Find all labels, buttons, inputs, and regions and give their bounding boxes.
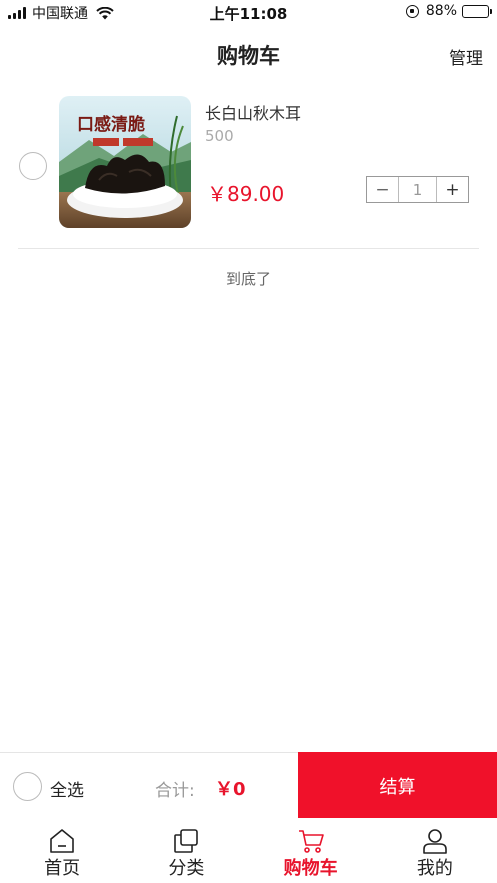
status-right: 88% [405, 3, 492, 19]
tab-home-label: 首页 [44, 858, 81, 879]
cart-icon [298, 830, 324, 853]
select-all-checkbox[interactable] [13, 772, 42, 801]
decrease-quantity-button[interactable]: − [367, 177, 399, 202]
product-spec: 500 [205, 127, 234, 145]
cart-item: 口感清脆 长白山秋木耳 500 ￥89.00 − 1 + [0, 90, 497, 236]
manage-button[interactable]: 管理 [449, 44, 483, 69]
plus-icon: + [445, 179, 460, 200]
home-icon [50, 829, 74, 853]
battery-icon [462, 4, 492, 18]
checkout-bar: 全选 合计: ￥0 结算 [0, 752, 497, 819]
product-image[interactable]: 口感清脆 [59, 96, 191, 228]
tab-category-label: 分类 [168, 858, 205, 879]
rotation-lock-icon [405, 4, 419, 18]
tab-profile-label: 我的 [416, 858, 453, 879]
page-title: 购物车 [217, 44, 280, 68]
status-bar: 中国联通 上午11:08 88% [0, 0, 497, 26]
product-image-caption: 口感清脆 [77, 114, 145, 135]
minus-icon: − [375, 179, 390, 200]
increase-quantity-button[interactable]: + [436, 177, 468, 202]
checkout-button[interactable]: 结算 [298, 752, 497, 819]
quantity-input[interactable]: 1 [399, 177, 436, 202]
total-amount: ￥0 [215, 779, 246, 800]
nav-header: 购物车 管理 [0, 26, 497, 84]
product-photo-icon: 口感清脆 [59, 96, 191, 228]
battery-percent: 88% [425, 3, 457, 19]
tab-profile[interactable]: 我的 [373, 818, 497, 883]
item-select-checkbox[interactable] [19, 152, 47, 180]
tab-category[interactable]: 分类 [124, 818, 248, 883]
tab-cart-label: 购物车 [283, 858, 338, 879]
tab-cart[interactable]: 购物车 [249, 818, 373, 883]
quantity-stepper: − 1 + [366, 176, 469, 203]
divider [18, 248, 479, 249]
tab-bar: 首页 分类 购物车 我的 [0, 818, 497, 883]
product-price: ￥89.00 [207, 182, 285, 206]
select-all-label[interactable]: 全选 [50, 776, 84, 801]
total-label: 合计: [155, 781, 195, 801]
product-name[interactable]: 长白山秋木耳 [205, 100, 301, 124]
tab-home[interactable]: 首页 [0, 818, 124, 883]
category-icon [174, 829, 199, 853]
profile-icon [423, 829, 447, 854]
end-of-list-text: 到底了 [225, 270, 271, 288]
